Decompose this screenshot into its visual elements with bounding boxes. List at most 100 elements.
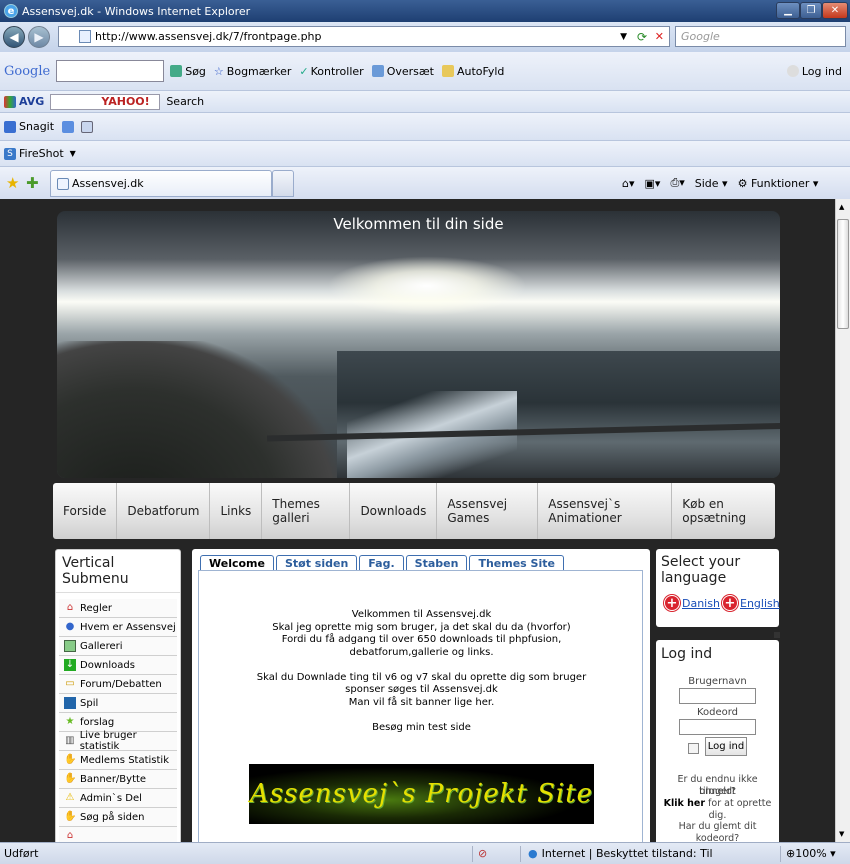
submenu-item-forum[interactable]: ▭ Forum/Debatten: [59, 675, 177, 694]
translate-label: Oversæt: [386, 64, 434, 78]
page-menu-label: Side: [694, 176, 719, 190]
bookmarks-button[interactable]: ☆ Bogmærker: [214, 65, 291, 78]
username-input[interactable]: [679, 688, 756, 704]
nav-animationer[interactable]: Assensvej`s Animationer: [538, 483, 673, 539]
english-link[interactable]: English: [740, 597, 780, 610]
translate-button[interactable]: Oversæt: [371, 64, 434, 78]
add-favorites-icon[interactable]: ✚: [26, 174, 39, 192]
folder-icon: ▭: [65, 678, 75, 689]
avg-label[interactable]: AVG: [19, 95, 44, 108]
back-button[interactable]: ◀: [3, 26, 25, 48]
vertical-scrollbar[interactable]: ▲ ▼: [835, 199, 850, 842]
scroll-up-icon[interactable]: ▲: [839, 203, 844, 211]
refresh-icon[interactable]: ⟳: [637, 30, 647, 44]
status-divider: [780, 846, 781, 862]
google-login-button[interactable]: Log ind: [786, 64, 842, 78]
test-site-link[interactable]: Besøg min test side: [199, 722, 644, 735]
zoom-control[interactable]: ⊕100% ▾: [786, 847, 836, 860]
popup-blocker-icon[interactable]: ⊘: [478, 847, 487, 860]
security-zone[interactable]: ● Internet | Beskyttet tilstand: Til: [528, 847, 713, 860]
avg-search-button[interactable]: Search: [166, 95, 204, 108]
close-button[interactable]: ✕: [822, 2, 848, 19]
chevron-down-icon[interactable]: ▼: [70, 149, 76, 158]
submenu-item-admin[interactable]: ⚠ Admin`s Del: [59, 789, 177, 808]
submenu-item-gallereri[interactable]: Gallereri: [59, 637, 177, 656]
nav-themes-galleri[interactable]: Themes galleri: [262, 483, 351, 539]
remember-checkbox[interactable]: [688, 743, 699, 754]
status-divider: [472, 846, 473, 862]
nav-debatforum[interactable]: Debatforum: [117, 483, 211, 539]
yahoo-search-input[interactable]: YAHOO!: [50, 93, 161, 110]
fireshot-label[interactable]: FireShot: [19, 147, 64, 160]
submenu-item-hvem[interactable]: ● Hvem er Assensvej: [59, 618, 177, 637]
autofill-button[interactable]: AutoFyld: [442, 65, 504, 78]
feeds-icon[interactable]: ▣▾: [645, 177, 661, 190]
nav-assensvej-games[interactable]: Assensvej Games: [437, 483, 539, 539]
submenu-item-spil[interactable]: Spil: [59, 694, 177, 713]
nav-koeb-opsaetning[interactable]: Køb en opsætning: [672, 483, 775, 539]
nav-links[interactable]: Links: [210, 483, 263, 539]
autofill-icon: [442, 65, 454, 77]
page-menu-button[interactable]: Side ▾: [695, 177, 728, 190]
submenu-label: Live bruger statistik: [79, 730, 137, 752]
username-label: Brugernavn: [688, 676, 747, 687]
google-toolbar: Google Søg ☆ Bogmærker ✓ Kontroller Oversæ…: [0, 52, 850, 91]
tab-staben[interactable]: Staben: [405, 555, 468, 571]
forgot-password-text: Har du glemt dit kodeord?: [678, 821, 757, 842]
tab-fag[interactable]: Fag.: [359, 555, 404, 571]
submenu-item-regler[interactable]: ⌂ Regler: [59, 599, 177, 618]
scrollbar-thumb[interactable]: [837, 219, 849, 329]
minimize-button[interactable]: ▁: [776, 2, 800, 19]
snagit-capture-icon[interactable]: [62, 120, 75, 133]
home-icon[interactable]: ⌂▾: [622, 177, 635, 190]
password-input[interactable]: [679, 719, 756, 735]
register-link[interactable]: Klik her: [664, 798, 705, 809]
submenu-item-soeg[interactable]: ✋ Søg på siden: [59, 808, 177, 827]
forward-button[interactable]: ▶: [28, 26, 50, 48]
submenu-item-banner[interactable]: ✋ Banner/Bytte: [59, 770, 177, 789]
nav-downloads[interactable]: Downloads: [350, 483, 438, 539]
stop-icon[interactable]: ✕: [655, 30, 664, 43]
search-input[interactable]: Google: [675, 26, 846, 47]
project-site-banner[interactable]: Assensvej`s Projekt Site: [249, 764, 594, 824]
snagit-label[interactable]: Snagit: [19, 120, 54, 133]
maximize-button[interactable]: ❐: [800, 2, 822, 19]
search-label: Søg: [185, 64, 206, 78]
submenu-item-partial[interactable]: ⌂: [59, 827, 177, 842]
print-icon[interactable]: ⎙▾: [670, 176, 684, 190]
language-english[interactable]: + English: [722, 595, 780, 611]
new-tab-button[interactable]: [272, 170, 294, 197]
submenu-item-downloads[interactable]: ↓ Downloads: [59, 656, 177, 675]
dropdown-arrow-icon[interactable]: ▼: [620, 32, 627, 42]
tools-menu-button[interactable]: ⚙ Funktioner ▾: [738, 177, 819, 190]
welcome-line: debatforum,gallerie og links.: [349, 646, 494, 658]
tab-welcome[interactable]: Welcome: [200, 555, 274, 571]
game-icon: [64, 697, 76, 709]
login-button[interactable]: Log ind: [705, 737, 747, 756]
submenu-title: Vertical Submenu: [56, 550, 180, 593]
nav-forside[interactable]: Forside: [53, 483, 118, 539]
google-search-button[interactable]: Søg: [170, 65, 206, 78]
language-danish[interactable]: + Danish: [664, 595, 720, 611]
status-divider: [520, 846, 521, 862]
google-search-input[interactable]: [56, 60, 165, 82]
danish-link[interactable]: Danish: [682, 597, 720, 610]
fireshot-icon: S: [4, 147, 16, 160]
check-button[interactable]: ✓ Kontroller: [299, 65, 363, 78]
status-text: Udført: [4, 847, 39, 860]
submenu-item-live-statistik[interactable]: ▥ Live bruger statistik: [59, 730, 177, 752]
google-login-label: Log ind: [801, 64, 842, 78]
address-field[interactable]: http://www.assensvej.dk/7/frontpage.php …: [58, 26, 670, 47]
tab-stoet-siden[interactable]: Støt siden: [275, 555, 358, 571]
submenu-label: Forum/Debatten: [80, 678, 162, 690]
hand-icon: ✋: [64, 811, 77, 822]
scroll-down-icon[interactable]: ▼: [839, 830, 844, 838]
snagit-editor-icon[interactable]: [81, 120, 94, 133]
submenu-item-medlems-statistik[interactable]: ✋ Medlems Statistik: [59, 751, 177, 770]
center-panel: Welcome Støt siden Fag. Staben Themes Si…: [192, 549, 650, 842]
favorites-star-icon[interactable]: ★: [6, 174, 19, 192]
tab-assensvej[interactable]: Assensvej.dk: [50, 170, 272, 197]
submenu-label: forslag: [80, 716, 115, 728]
tab-themes-site[interactable]: Themes Site: [469, 555, 564, 571]
